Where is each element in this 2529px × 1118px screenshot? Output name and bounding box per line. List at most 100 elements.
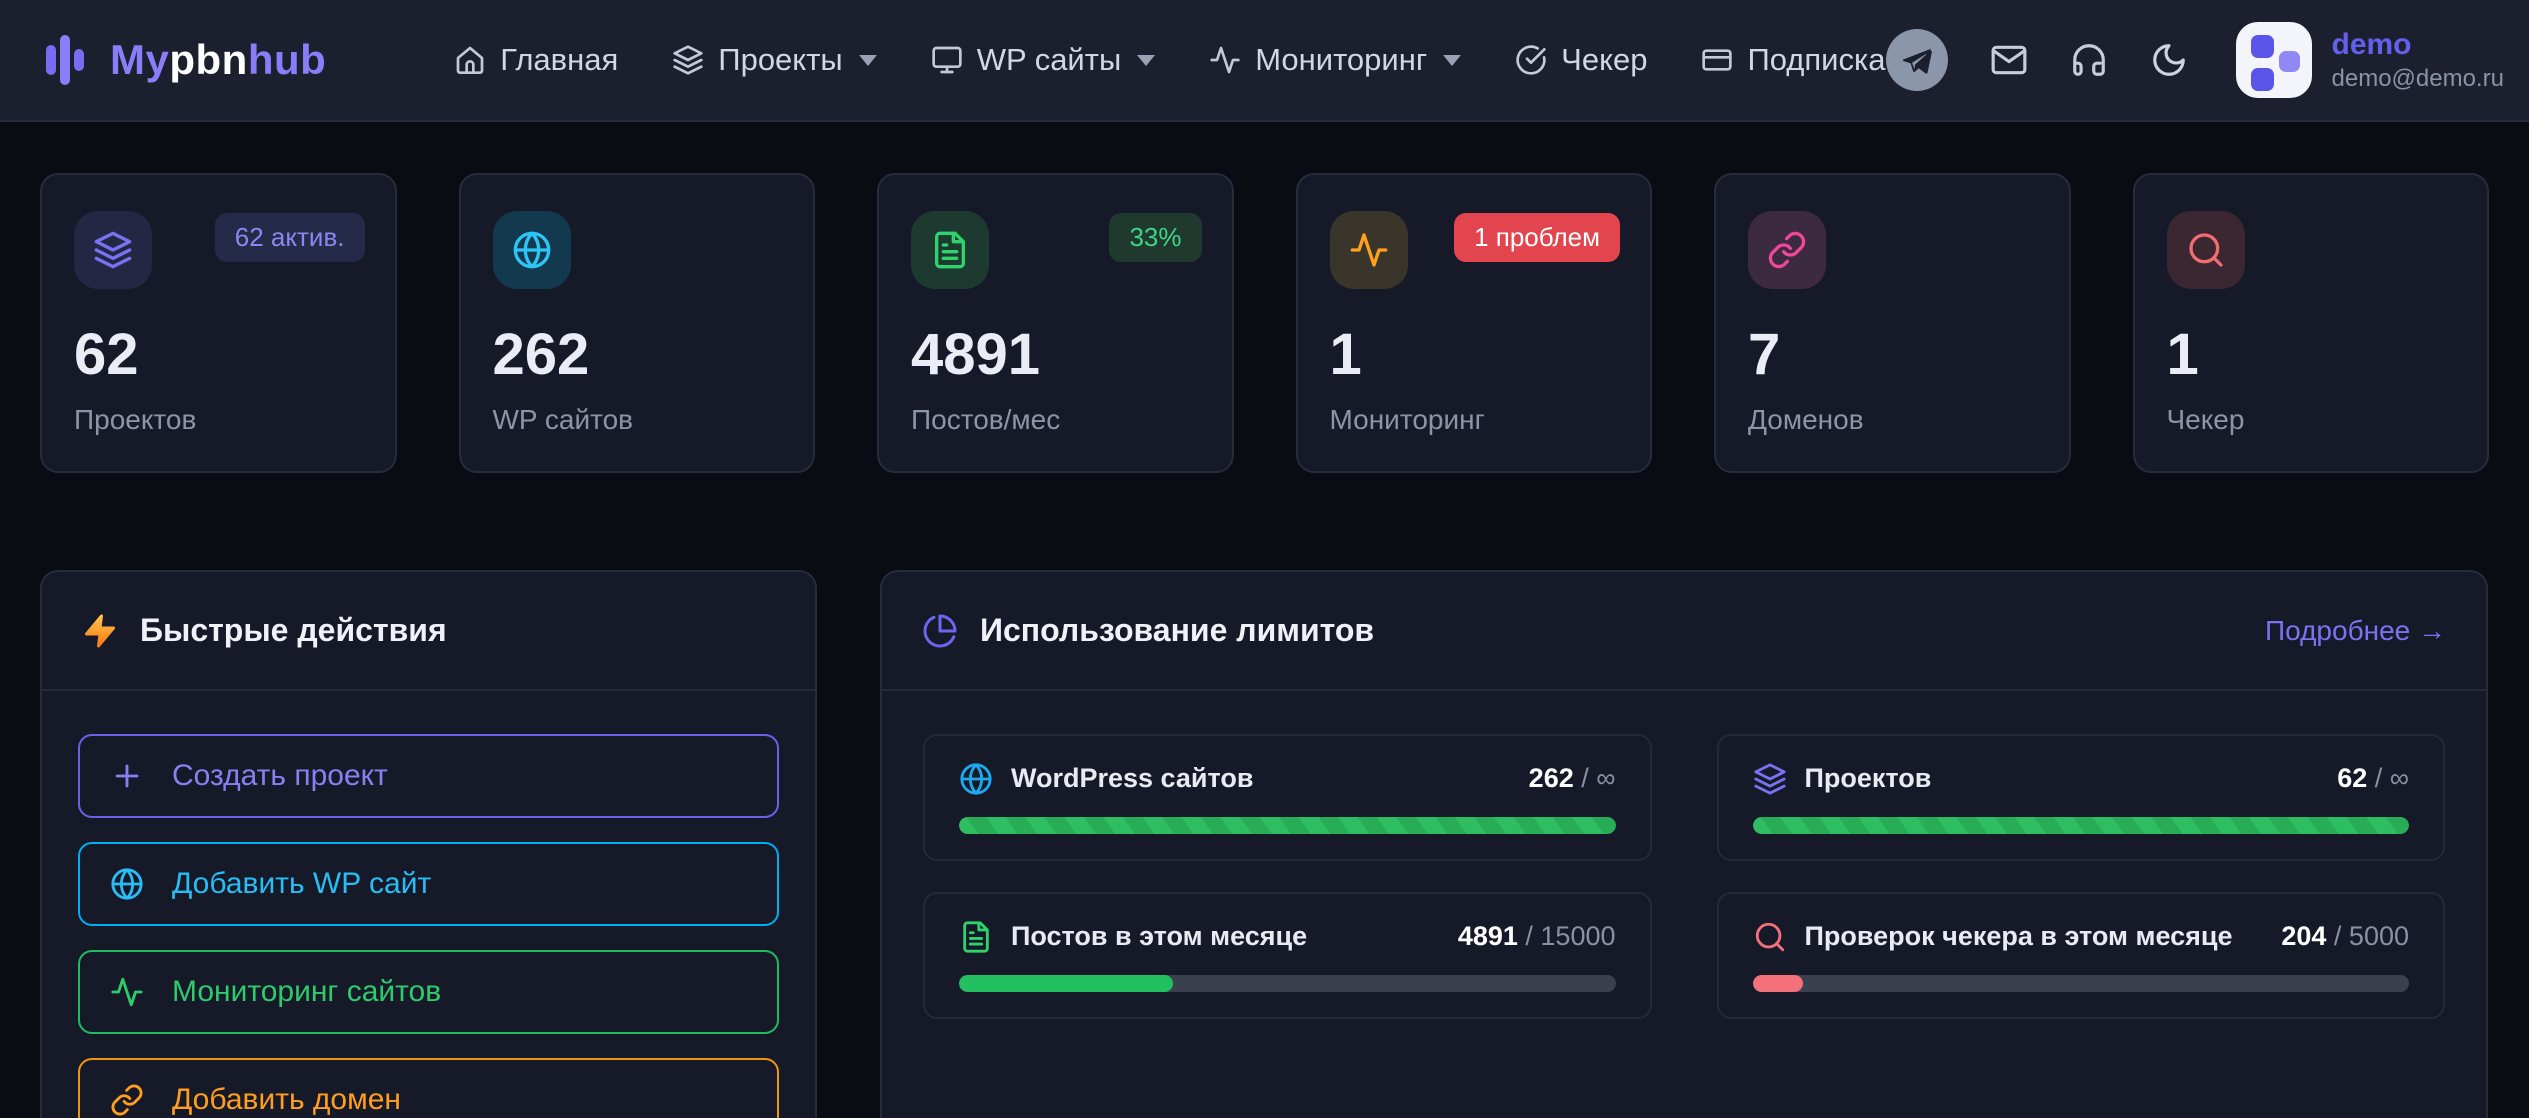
limit-card-checker: Проверок чекера в этом месяце 204 / 5000 — [1717, 892, 2446, 1019]
limit-card-projects: Проектов 62 / ∞ — [1717, 734, 2446, 861]
logo[interactable]: Mypbnhub — [46, 33, 326, 87]
stat-label: Чекер — [2167, 404, 2456, 436]
support-button[interactable] — [2070, 41, 2108, 79]
layers-icon — [672, 44, 704, 76]
nav-item-subscription[interactable]: Подписка — [1701, 42, 1885, 78]
navbar-actions: demo demo@demo.ru — [1886, 22, 2504, 98]
stat-card-checker[interactable]: 1 Чекер — [2133, 173, 2490, 473]
progress-bar — [959, 975, 1616, 992]
globe-icon — [110, 867, 144, 901]
search-icon — [1753, 920, 1787, 954]
file-text-icon — [959, 920, 993, 954]
stat-label: Постов/мес — [911, 404, 1200, 436]
link-icon — [110, 1083, 144, 1117]
status-badge: 62 актив. — [215, 213, 365, 262]
layers-icon — [1753, 762, 1787, 796]
user-menu[interactable]: demo demo@demo.ru — [2236, 22, 2504, 98]
limit-value: 262 / ∞ — [1529, 763, 1616, 794]
globe-icon — [959, 762, 993, 796]
search-icon — [2167, 211, 2245, 289]
nav-item-monitoring[interactable]: Мониторинг — [1209, 42, 1461, 78]
progress-bar — [1753, 817, 2410, 834]
stat-card-projects[interactable]: 62 актив. 62 Проектов — [40, 173, 397, 473]
mail-icon — [1990, 41, 2028, 79]
create-project-button[interactable]: Создать проект — [78, 734, 779, 818]
top-navbar: Mypbnhub Главная Проекты WP сайты — [0, 0, 2529, 122]
headphones-icon — [2070, 41, 2108, 79]
panel-title: Использование лимитов — [980, 612, 1374, 649]
main-nav: Главная Проекты WP сайты Мониторинг — [454, 42, 1885, 78]
progress-fill — [1753, 817, 2410, 834]
limit-card-wp-sites: WordPress сайтов 262 / ∞ — [923, 734, 1652, 861]
limits-header: Использование лимитов Подробнее → — [882, 572, 2486, 691]
theme-toggle-button[interactable] — [2150, 41, 2188, 79]
progress-bar — [959, 817, 1616, 834]
dashboard: 62 актив. 62 Проектов 262 WP сайтов 33% … — [0, 122, 2529, 1118]
stat-value: 1 — [2167, 321, 2456, 388]
add-wp-site-button[interactable]: Добавить WP сайт — [78, 842, 779, 926]
status-badge: 33% — [1109, 213, 1201, 262]
stat-value: 262 — [493, 321, 782, 388]
stat-card-posts[interactable]: 33% 4891 Постов/мес — [877, 173, 1234, 473]
chevron-down-icon — [859, 55, 877, 66]
logo-text: Mypbnhub — [110, 36, 326, 84]
quick-actions-panel: Быстрые действия Создать проект Добавить… — [40, 570, 817, 1118]
plus-icon — [110, 759, 144, 793]
stat-label: WP сайтов — [493, 404, 782, 436]
stat-value: 4891 — [911, 321, 1200, 388]
link-icon — [1748, 211, 1826, 289]
chevron-down-icon — [1443, 55, 1461, 66]
quick-actions-list: Создать проект Добавить WP сайт Монитори… — [42, 691, 815, 1118]
stat-card-wp-sites[interactable]: 262 WP сайтов — [459, 173, 816, 473]
stat-card-domains[interactable]: 7 Доменов — [1714, 173, 2071, 473]
site-monitoring-button[interactable]: Мониторинг сайтов — [78, 950, 779, 1034]
nav-item-home[interactable]: Главная — [454, 42, 618, 78]
progress-fill — [959, 975, 1173, 992]
stat-label: Доменов — [1748, 404, 2037, 436]
home-icon — [454, 44, 486, 76]
progress-fill — [1753, 975, 1803, 992]
stat-value: 7 — [1748, 321, 2037, 388]
stat-label: Проектов — [74, 404, 363, 436]
mail-button[interactable] — [1990, 41, 2028, 79]
user-name: demo — [2332, 26, 2504, 64]
user-email: demo@demo.ru — [2332, 64, 2504, 94]
stat-value: 62 — [74, 321, 363, 388]
layers-icon — [74, 211, 152, 289]
limits-grid: WordPress сайтов 262 / ∞ Проектов 62 / ∞ — [882, 691, 2486, 1062]
limit-value: 4891 / 15000 — [1458, 921, 1616, 952]
equalizer-bars-icon — [46, 33, 92, 87]
limit-name: Проверок чекера в этом месяце — [1805, 921, 2233, 952]
stats-row: 62 актив. 62 Проектов 262 WP сайтов 33% … — [40, 173, 2489, 473]
moon-icon — [2150, 41, 2188, 79]
limit-value: 62 / ∞ — [2337, 763, 2409, 794]
credit-card-icon — [1701, 44, 1733, 76]
file-text-icon — [911, 211, 989, 289]
limits-panel: Использование лимитов Подробнее → WordPr… — [880, 570, 2488, 1118]
limit-name: Постов в этом месяце — [1011, 921, 1307, 952]
limits-details-link[interactable]: Подробнее → — [2265, 615, 2446, 647]
nav-item-checker[interactable]: Чекер — [1515, 42, 1647, 78]
telegram-icon — [1886, 29, 1948, 91]
activity-icon — [1209, 44, 1241, 76]
limit-card-posts: Постов в этом месяце 4891 / 15000 — [923, 892, 1652, 1019]
nav-item-projects[interactable]: Проекты — [672, 42, 876, 78]
quick-actions-header: Быстрые действия — [42, 572, 815, 691]
telegram-button[interactable] — [1886, 29, 1948, 91]
zap-icon — [82, 613, 118, 649]
check-circle-icon — [1515, 44, 1547, 76]
stat-value: 1 — [1330, 321, 1619, 388]
chevron-down-icon — [1137, 55, 1155, 66]
panels-row: Быстрые действия Создать проект Добавить… — [40, 570, 2489, 1118]
add-domain-button[interactable]: Добавить домен — [78, 1058, 779, 1118]
limit-name: WordPress сайтов — [1011, 763, 1253, 794]
globe-icon — [493, 211, 571, 289]
limit-name: Проектов — [1805, 763, 1932, 794]
panel-title: Быстрые действия — [140, 612, 447, 649]
nav-item-wp-sites[interactable]: WP сайты — [931, 42, 1156, 78]
activity-icon — [1330, 211, 1408, 289]
limit-value: 204 / 5000 — [2281, 921, 2409, 952]
avatar — [2236, 22, 2312, 98]
stat-card-monitoring[interactable]: 1 проблем 1 Мониторинг — [1296, 173, 1653, 473]
progress-fill — [959, 817, 1616, 834]
